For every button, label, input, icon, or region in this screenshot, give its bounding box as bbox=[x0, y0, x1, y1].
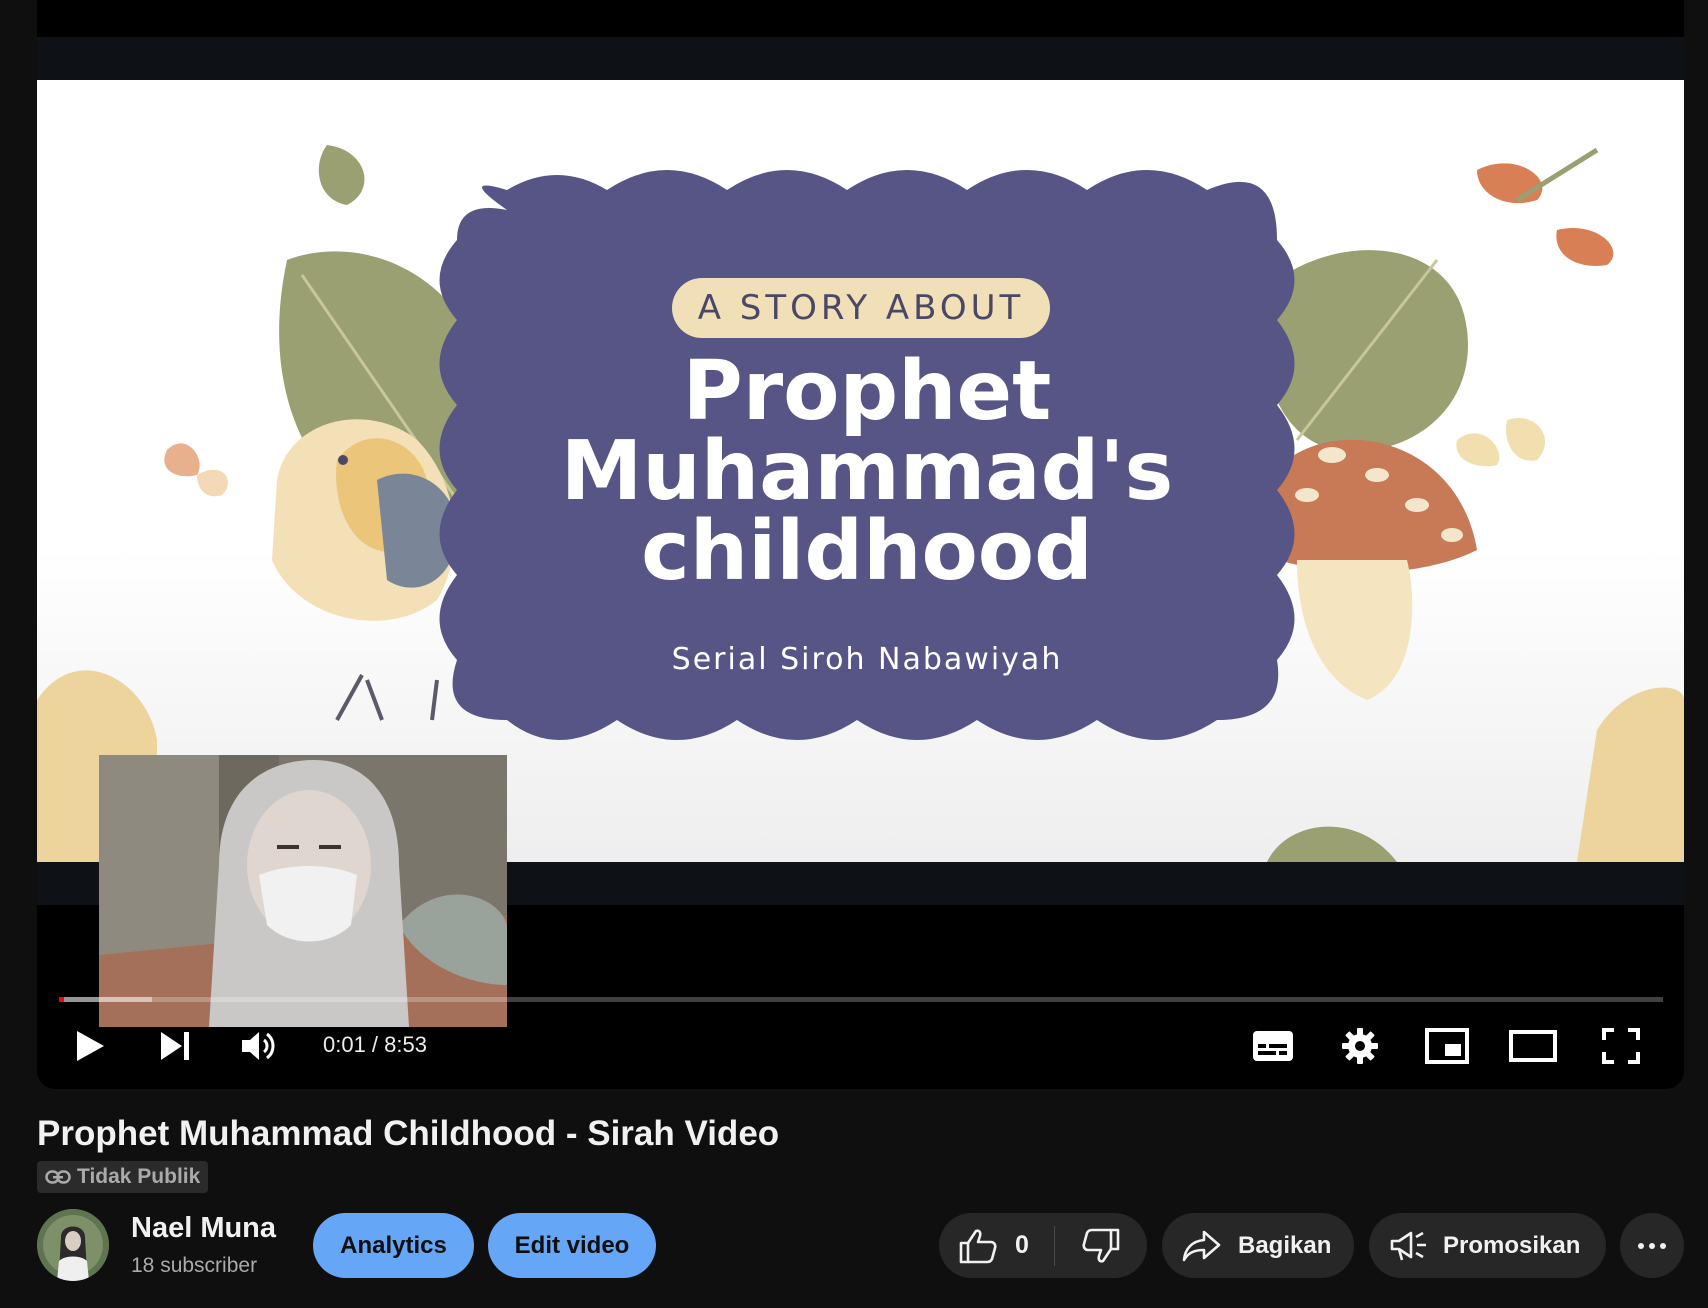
like-button[interactable]: 0 bbox=[939, 1213, 1054, 1278]
edit-video-button[interactable]: Edit video bbox=[488, 1213, 656, 1278]
play-button[interactable] bbox=[61, 1015, 117, 1077]
volume-icon bbox=[242, 1032, 275, 1060]
next-button[interactable] bbox=[147, 1015, 203, 1077]
player-controls: 0:01 / 8:53 bbox=[37, 1015, 1684, 1077]
fullscreen-button[interactable] bbox=[1593, 1015, 1649, 1077]
avatar-image bbox=[37, 1209, 109, 1281]
promote-button[interactable]: Promosikan bbox=[1369, 1213, 1606, 1278]
subtitles-button[interactable] bbox=[1245, 1015, 1301, 1077]
theater-icon bbox=[1509, 1030, 1557, 1062]
play-icon bbox=[77, 1031, 104, 1061]
slide-title-line: childhood bbox=[641, 504, 1093, 599]
presenter-image bbox=[99, 755, 507, 1027]
video-player[interactable]: A STORY ABOUT Prophet Muhammad's childho… bbox=[37, 0, 1684, 1089]
fullscreen-icon bbox=[1602, 1028, 1640, 1064]
more-icon bbox=[1638, 1242, 1666, 1249]
visibility-label: Tidak Publik bbox=[77, 1165, 201, 1188]
volume-button[interactable] bbox=[231, 1015, 287, 1077]
subscriber-count: 18 subscriber bbox=[131, 1254, 258, 1277]
progress-buffered bbox=[59, 997, 153, 1002]
slide-title-line: Muhammad's bbox=[560, 424, 1174, 519]
thumbs-down-icon bbox=[1082, 1228, 1120, 1263]
settings-button[interactable] bbox=[1332, 1015, 1388, 1077]
share-label: Bagikan bbox=[1238, 1231, 1332, 1259]
slide-tag: A STORY ABOUT bbox=[672, 278, 1050, 338]
webcam-overlay bbox=[99, 755, 507, 1027]
subtitles-icon bbox=[1253, 1031, 1293, 1061]
slide-title: Prophet Muhammad's childhood bbox=[467, 344, 1267, 599]
watch-page: A STORY ABOUT Prophet Muhammad's childho… bbox=[0, 0, 1708, 1308]
video-title: Prophet Muhammad Childhood - Sirah Video bbox=[37, 1114, 780, 1153]
miniplayer-button[interactable] bbox=[1419, 1015, 1475, 1077]
more-actions-button[interactable] bbox=[1620, 1213, 1684, 1278]
share-button[interactable]: Bagikan bbox=[1162, 1213, 1354, 1278]
channel-name[interactable]: Nael Muna bbox=[131, 1212, 276, 1245]
like-dislike-group: 0 bbox=[939, 1213, 1147, 1278]
next-icon bbox=[161, 1032, 189, 1060]
gear-icon bbox=[1342, 1028, 1378, 1064]
dislike-button[interactable] bbox=[1055, 1213, 1147, 1278]
thumbs-up-icon bbox=[959, 1228, 997, 1263]
channel-avatar[interactable] bbox=[37, 1209, 109, 1281]
video-letterbox-top bbox=[37, 37, 1684, 80]
megaphone-icon bbox=[1390, 1231, 1426, 1260]
progress-bar[interactable] bbox=[59, 997, 1663, 1002]
video-frame[interactable]: A STORY ABOUT Prophet Muhammad's childho… bbox=[37, 80, 1684, 862]
analytics-button[interactable]: Analytics bbox=[313, 1213, 474, 1278]
link-icon bbox=[45, 1170, 71, 1184]
theater-button[interactable] bbox=[1505, 1015, 1561, 1077]
slide-subtitle: Serial Siroh Nabawiyah bbox=[671, 642, 1063, 677]
promote-label: Promosikan bbox=[1443, 1231, 1581, 1259]
like-count: 0 bbox=[1015, 1231, 1029, 1259]
visibility-badge: Tidak Publik bbox=[37, 1161, 209, 1193]
slide-title-line: Prophet bbox=[682, 344, 1052, 439]
miniplayer-icon bbox=[1425, 1028, 1469, 1064]
share-arrow-icon bbox=[1182, 1230, 1221, 1261]
time-display: 0:01 / 8:53 bbox=[323, 1032, 427, 1057]
progress-played bbox=[59, 997, 64, 1002]
